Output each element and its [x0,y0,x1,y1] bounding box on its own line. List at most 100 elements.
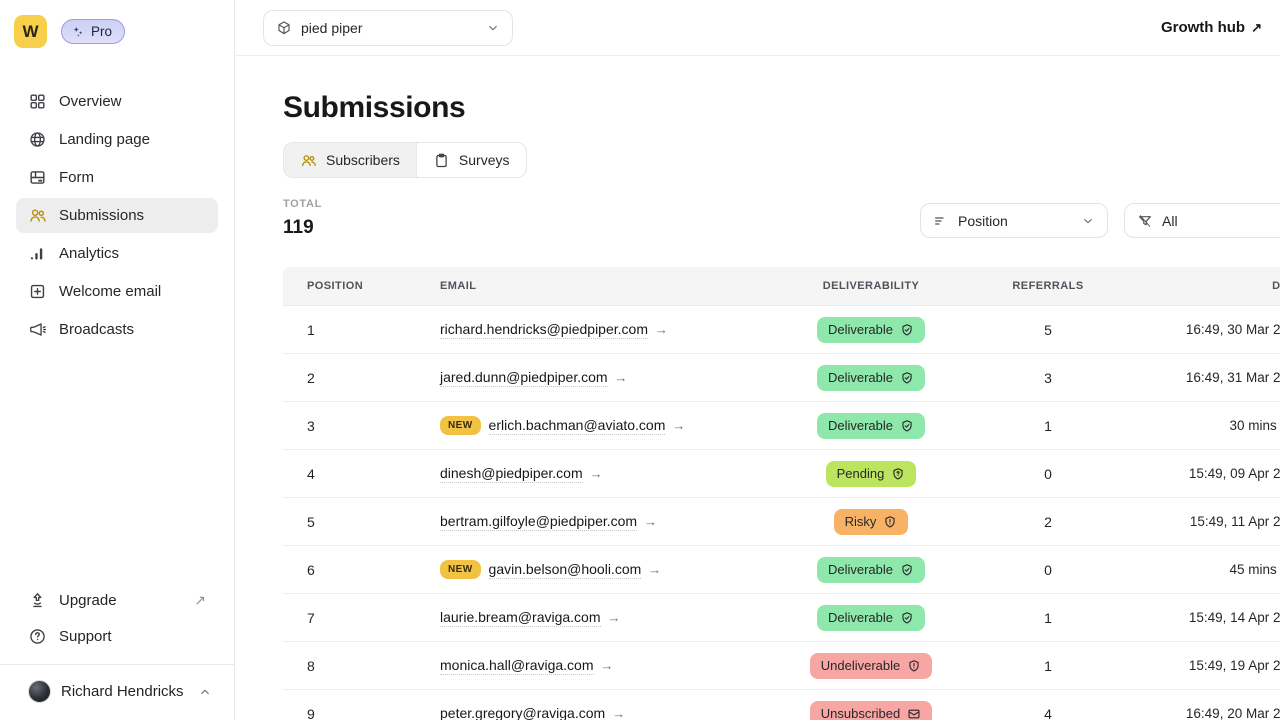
user-name: Richard Hendricks [61,683,184,700]
status-icon [907,659,921,673]
grid-icon [28,92,47,111]
status-badge: Pending [826,461,917,487]
stats-row: Total 119 Position All [283,198,1280,246]
users-icon [300,152,317,169]
position-cell: 5 [283,514,416,530]
arrow-right-icon: → [601,658,614,673]
support-button[interactable]: Support [16,618,218,654]
status-badge: Risky [834,509,909,535]
position-cell: 9 [283,706,416,720]
email-link[interactable]: bertram.gilfoyle@piedpiper.com → [440,513,657,531]
position-cell: 1 [283,322,416,338]
status-label: Undeliverable [821,658,901,673]
footer-item-label: Support [59,628,112,645]
sort-select[interactable]: Position [920,203,1108,238]
table-row[interactable]: 4 dinesh@piedpiper.com → Pending 0 15:49… [283,449,1280,497]
cube-icon [276,20,292,36]
date-cell: 16:49, 30 Mar 2025 [1130,322,1280,337]
email-link[interactable]: richard.hendricks@piedpiper.com → [440,321,668,339]
workspace-select[interactable]: pied piper [263,10,513,46]
email-cell: NEW erlich.bachman@aviato.com → [416,416,776,435]
table-row[interactable]: 3 NEW erlich.bachman@aviato.com → Delive… [283,401,1280,449]
form-icon [28,168,47,187]
sidebar-item-landing-page[interactable]: Landing page [16,122,218,157]
sparkles-icon [71,25,85,39]
email-link[interactable]: laurie.bream@raviga.com → [440,609,621,627]
sidebar-item-overview[interactable]: Overview [16,84,218,119]
table-row[interactable]: 7 laurie.bream@raviga.com → Deliverable … [283,593,1280,641]
status-icon [891,467,905,481]
table-row[interactable]: 1 richard.hendricks@piedpiper.com → Deli… [283,305,1280,353]
filter-select[interactable]: All [1124,203,1280,238]
footer-item-label: Upgrade [59,592,117,609]
status-badge: Undeliverable [810,653,933,679]
status-badge: Deliverable [817,413,925,439]
table-row[interactable]: 6 NEW gavin.belson@hooli.com → Deliverab… [283,545,1280,593]
tab-subscribers[interactable]: Subscribers [284,143,416,177]
page-title: Submissions [283,91,1280,125]
table-body: 1 richard.hendricks@piedpiper.com → Deli… [283,305,1280,720]
email-cell: NEW gavin.belson@hooli.com → [416,560,776,579]
upgrade-button[interactable]: Upgrade ↗ [16,582,218,618]
status-label: Deliverable [828,370,893,385]
date-cell: 15:49, 14 Apr 2025 [1130,610,1280,625]
user-menu[interactable]: Richard Hendricks [0,664,234,720]
deliverability-cell: Risky [776,509,966,535]
sidebar-item-analytics[interactable]: Analytics [16,236,218,271]
deliverability-cell: Deliverable [776,557,966,583]
tab-surveys[interactable]: Surveys [416,143,526,177]
email-link[interactable]: gavin.belson@hooli.com → [489,561,662,579]
arrow-right-icon: → [615,370,628,385]
arrow-right-icon: → [672,418,685,433]
new-badge: NEW [440,416,481,435]
referrals-cell: 5 [966,322,1130,338]
table-header: Position Email Deliverability Referrals … [283,267,1280,305]
sidebar-item-label: Landing page [59,131,150,148]
growth-hub-link[interactable]: Growth hub ↗ [1161,19,1262,36]
email-text: richard.hendricks@piedpiper.com [440,321,648,339]
email-link[interactable]: dinesh@piedpiper.com → [440,465,603,483]
app-logo[interactable]: W [14,15,47,48]
deliverability-cell: Deliverable [776,605,966,631]
plus-square-icon [28,282,47,301]
email-link[interactable]: erlich.bachman@aviato.com → [489,417,686,435]
workspace-name: pied piper [301,20,363,36]
date-cell: 15:49, 11 Apr 2025 [1130,514,1280,529]
clipboard-icon [433,152,450,169]
deliverability-cell: Undeliverable [776,653,966,679]
position-cell: 2 [283,370,416,386]
upgrade-icon [28,591,47,610]
sidebar-item-broadcasts[interactable]: Broadcasts [16,312,218,347]
table-row[interactable]: 8 monica.hall@raviga.com → Undeliverable… [283,641,1280,689]
globe-icon [28,130,47,149]
status-icon [900,419,914,433]
status-badge: Deliverable [817,605,925,631]
email-cell: richard.hendricks@piedpiper.com → [416,321,776,339]
pro-plan-badge[interactable]: Pro [61,19,125,44]
bar-chart-icon [28,244,47,263]
email-cell: dinesh@piedpiper.com → [416,465,776,483]
sidebar-item-welcome-email[interactable]: Welcome email [16,274,218,309]
arrow-right-icon: → [655,322,668,337]
deliverability-cell: Pending [776,461,966,487]
status-badge: Unsubscribed [810,701,933,720]
status-label: Pending [837,466,885,481]
sidebar-item-submissions[interactable]: Submissions [16,198,218,233]
email-link[interactable]: jared.dunn@piedpiper.com → [440,369,628,387]
growth-hub-label: Growth hub [1161,19,1245,36]
status-icon [900,611,914,625]
table-row[interactable]: 2 jared.dunn@piedpiper.com → Deliverable… [283,353,1280,401]
sidebar-item-label: Form [59,169,94,186]
email-text: dinesh@piedpiper.com [440,465,583,483]
email-link[interactable]: monica.hall@raviga.com → [440,657,614,675]
email-cell: peter.gregory@raviga.com → [416,705,776,720]
email-link[interactable]: peter.gregory@raviga.com → [440,705,625,720]
table-row[interactable]: 9 peter.gregory@raviga.com → Unsubscribe… [283,689,1280,720]
external-link-icon: ↗ [1251,20,1262,36]
referrals-cell: 4 [966,706,1130,720]
status-badge: Deliverable [817,365,925,391]
table-row[interactable]: 5 bertram.gilfoyle@piedpiper.com → Risky… [283,497,1280,545]
sidebar-item-label: Submissions [59,207,144,224]
email-text: erlich.bachman@aviato.com [489,417,666,435]
sidebar-item-form[interactable]: Form [16,160,218,195]
